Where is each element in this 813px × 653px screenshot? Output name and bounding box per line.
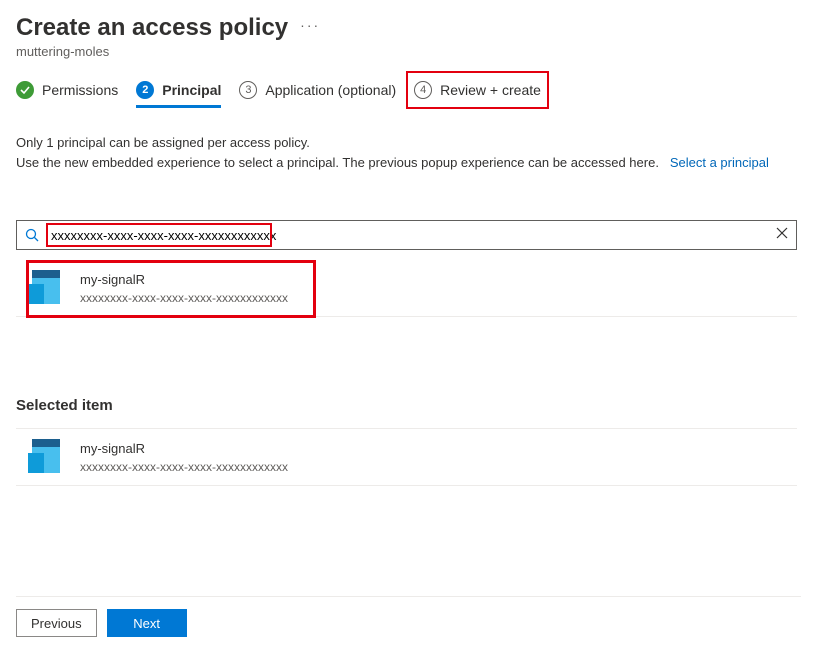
tab-review-create[interactable]: 4 Review + create xyxy=(414,81,541,107)
page-subtitle: muttering-moles xyxy=(16,44,797,59)
selected-item-heading: Selected item xyxy=(16,397,797,414)
principal-result-item[interactable]: my-signalR xxxxxxxx-xxxx-xxxx-xxxx-xxxxx… xyxy=(16,260,797,317)
tab-principal[interactable]: 2 Principal xyxy=(136,81,221,107)
tab-permissions[interactable]: Permissions xyxy=(16,81,118,107)
selected-item-row[interactable]: my-signalR xxxxxxxx-xxxx-xxxx-xxxx-xxxxx… xyxy=(16,428,797,486)
step-number-icon: 2 xyxy=(136,81,154,99)
footer-actions: Previous Next xyxy=(16,596,801,637)
check-icon xyxy=(16,81,34,99)
step-number-icon: 4 xyxy=(414,81,432,99)
wizard-tabs: Permissions 2 Principal 3 Application (o… xyxy=(16,81,797,107)
desc-line: Use the new embedded experience to selec… xyxy=(16,155,659,170)
clear-icon[interactable] xyxy=(768,226,796,244)
select-principal-link[interactable]: Select a principal xyxy=(670,155,769,170)
search-input-container xyxy=(16,220,797,250)
tab-label: Review + create xyxy=(440,82,541,98)
step-number-icon: 3 xyxy=(239,81,257,99)
search-input[interactable] xyxy=(47,228,768,243)
result-id: xxxxxxxx-xxxx-xxxx-xxxx-xxxxxxxxxxxx xyxy=(80,291,288,305)
search-icon xyxy=(17,228,47,242)
service-icon xyxy=(28,270,64,306)
tab-label: Application (optional) xyxy=(265,82,396,98)
selected-id: xxxxxxxx-xxxx-xxxx-xxxx-xxxxxxxxxxxx xyxy=(80,460,288,474)
service-icon xyxy=(28,439,64,475)
more-icon[interactable]: ··· xyxy=(300,17,320,39)
desc-line: Only 1 principal can be assigned per acc… xyxy=(16,133,797,153)
tab-label: Principal xyxy=(162,82,221,98)
tab-label: Permissions xyxy=(42,82,118,98)
result-name: my-signalR xyxy=(80,272,288,287)
previous-button[interactable]: Previous xyxy=(16,609,97,637)
description-text: Only 1 principal can be assigned per acc… xyxy=(16,133,797,172)
tab-application[interactable]: 3 Application (optional) xyxy=(239,81,396,107)
page-title: Create an access policy xyxy=(16,14,288,42)
next-button[interactable]: Next xyxy=(107,609,187,637)
selected-name: my-signalR xyxy=(80,441,288,456)
